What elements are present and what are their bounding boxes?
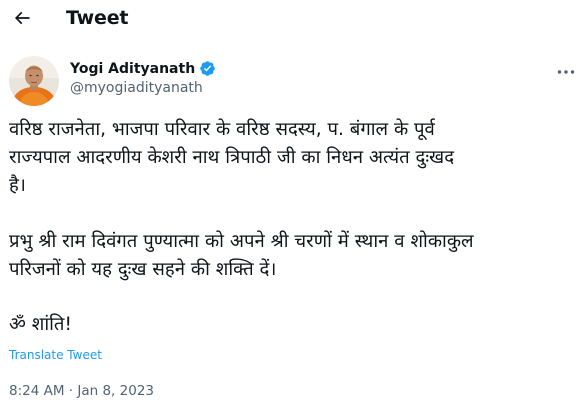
avatar-image xyxy=(9,56,59,106)
author-avatar[interactable] xyxy=(9,56,59,106)
author-name-text: Yogi Adityanath xyxy=(70,60,196,77)
author-handle[interactable]: @myogiadityanath xyxy=(70,80,203,96)
more-options-button[interactable] xyxy=(552,62,580,82)
author-name[interactable]: Yogi Adityanath xyxy=(70,60,216,77)
tweet-paragraph: वरिष्ठ राजनेता, भाजपा परिवार के वरिष्ठ स… xyxy=(9,119,455,196)
page-title: Tweet xyxy=(66,7,129,29)
tweet-header: Tweet xyxy=(0,0,588,40)
translate-tweet-link[interactable]: Translate Tweet xyxy=(9,348,102,362)
tweet-timestamp[interactable]: 8:24 AM · Jan 8, 2023 xyxy=(9,383,154,399)
arrow-left-icon xyxy=(14,11,30,25)
back-button[interactable] xyxy=(8,4,36,32)
tweet-paragraph: प्रभु श्री राम दिवंगत पुण्यात्मा को अपने… xyxy=(9,231,474,280)
verified-badge-icon xyxy=(200,61,215,76)
tweet-text: वरिष्ठ राजनेता, भाजपा परिवार के वरिष्ठ स… xyxy=(9,116,579,339)
tweet-paragraph: ॐ शांति! xyxy=(9,314,72,335)
more-horizontal-icon xyxy=(557,70,575,74)
